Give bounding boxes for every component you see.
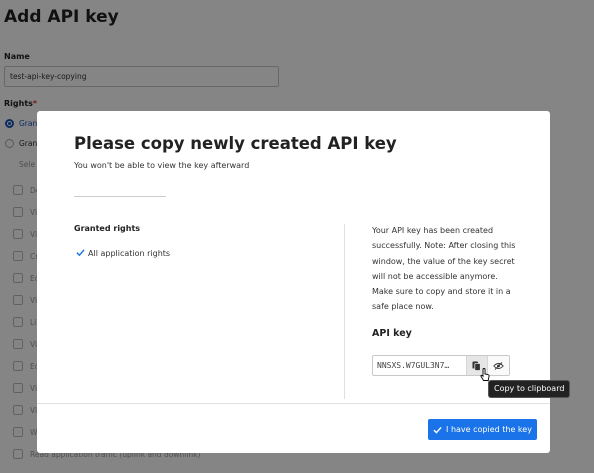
- modal-title: Please copy newly created API key: [74, 134, 397, 153]
- modal-subtitle: You won't be able to view the key afterw…: [74, 161, 250, 170]
- confirm-copied-button[interactable]: I have copied the key: [428, 419, 537, 440]
- pointer-cursor-icon: [480, 368, 490, 381]
- eye-slash-icon: [493, 361, 504, 370]
- divider: [74, 196, 166, 197]
- check-icon: [433, 426, 442, 434]
- granted-right-item: All application rights: [88, 249, 171, 258]
- api-key-heading: API key: [372, 328, 412, 339]
- check-icon: [76, 249, 85, 257]
- confirm-button-label: I have copied the key: [446, 425, 532, 434]
- copy-tooltip: Copy to clipboard: [489, 381, 570, 397]
- api-key-value[interactable]: NNSXS.W7GUL3N7…: [373, 356, 466, 375]
- toggle-visibility-button[interactable]: [487, 356, 509, 375]
- footer-divider: [37, 403, 550, 404]
- column-divider: [344, 224, 345, 399]
- add-api-key-page: Add API key Name test-api-key-copying Ri…: [0, 0, 594, 473]
- api-key-modal: Please copy newly created API key You wo…: [37, 111, 550, 453]
- api-key-notice: Your API key has been created successful…: [372, 226, 516, 312]
- granted-rights-heading: Granted rights: [74, 224, 141, 233]
